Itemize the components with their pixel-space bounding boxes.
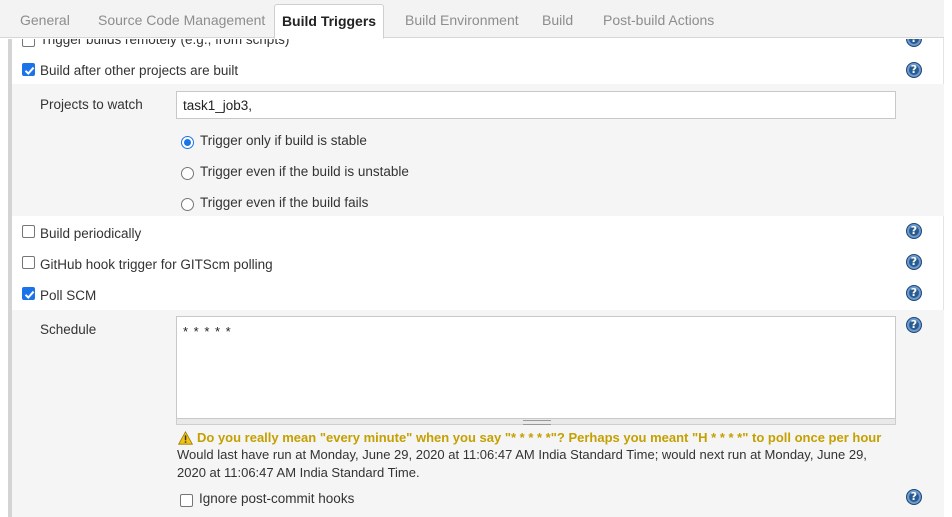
tab-build[interactable]: Build [542, 0, 573, 38]
schedule-textarea[interactable]: * * * * * [176, 316, 896, 419]
build-after-other-checkbox[interactable] [22, 63, 35, 76]
help-icon[interactable]: ? [906, 62, 922, 78]
trigger-remote-label: Trigger builds remotely (e.g., from scri… [40, 39, 290, 47]
github-hook-row: GitHub hook trigger for GITScm polling ? [12, 253, 944, 275]
schedule-warning-text: Do you really mean "every minute" when y… [197, 430, 882, 445]
build-periodically-row: Build periodically ? [12, 222, 944, 244]
help-icon[interactable]: ? [906, 317, 922, 333]
schedule-label: Schedule [40, 322, 97, 337]
projects-to-watch-input[interactable]: task1_job3, [176, 91, 896, 119]
job-config-frame: General Source Code Management Build Tri… [0, 0, 944, 517]
trigger-remote-row: Trigger builds remotely (e.g., from scri… [12, 39, 944, 51]
poll-scm-checkbox[interactable] [22, 287, 35, 300]
trigger-stable-radio[interactable] [181, 136, 194, 149]
tab-source-code-management[interactable]: Source Code Management [98, 0, 265, 38]
poll-scm-label: Poll SCM [40, 288, 97, 303]
schedule-run-info-line-1: Would last have run at Monday, June 29, … [177, 447, 867, 462]
trigger-stable-label: Trigger only if build is stable [200, 133, 367, 148]
trigger-remote-checkbox[interactable] [22, 39, 35, 47]
trigger-unstable-radio[interactable] [181, 167, 194, 180]
tab-post-build-actions[interactable]: Post-build Actions [603, 0, 714, 38]
trigger-unstable-label: Trigger even if the build is unstable [200, 164, 409, 179]
poll-scm-row: Poll SCM ? [12, 284, 944, 306]
github-hook-checkbox[interactable] [22, 256, 35, 269]
trigger-fails-label: Trigger even if the build fails [200, 195, 369, 210]
build-periodically-label: Build periodically [40, 226, 142, 241]
schedule-run-info: Would last have run at Monday, June 29, … [177, 446, 897, 482]
build-periodically-checkbox[interactable] [22, 225, 35, 238]
config-tab-bar: General Source Code Management Build Tri… [0, 0, 944, 39]
tab-build-triggers[interactable]: Build Triggers [274, 4, 384, 39]
tab-general[interactable]: General [20, 0, 70, 38]
tab-build-environment[interactable]: Build Environment [405, 0, 519, 38]
schedule-run-info-line-2: 2020 at 11:06:47 AM India Standard Time. [177, 465, 420, 480]
trigger-fails-radio[interactable] [181, 198, 194, 211]
help-icon[interactable]: ? [906, 285, 922, 301]
warning-icon [178, 431, 193, 445]
projects-to-watch-label: Projects to watch [40, 97, 143, 112]
github-hook-label: GitHub hook trigger for GITScm polling [40, 257, 273, 272]
build-after-other-row: Build after other projects are built ? [12, 59, 944, 81]
ignore-post-commit-checkbox[interactable] [180, 494, 193, 507]
help-icon[interactable]: ? [906, 223, 922, 239]
build-after-other-label: Build after other projects are built [40, 63, 239, 78]
help-icon[interactable]: ? [906, 254, 922, 270]
build-triggers-section: Trigger builds remotely (e.g., from scri… [0, 39, 944, 517]
textarea-resize-grip[interactable] [176, 419, 896, 425]
help-icon[interactable]: ? [906, 39, 922, 47]
help-icon[interactable]: ? [906, 489, 922, 505]
ignore-post-commit-label: Ignore post-commit hooks [199, 491, 355, 506]
